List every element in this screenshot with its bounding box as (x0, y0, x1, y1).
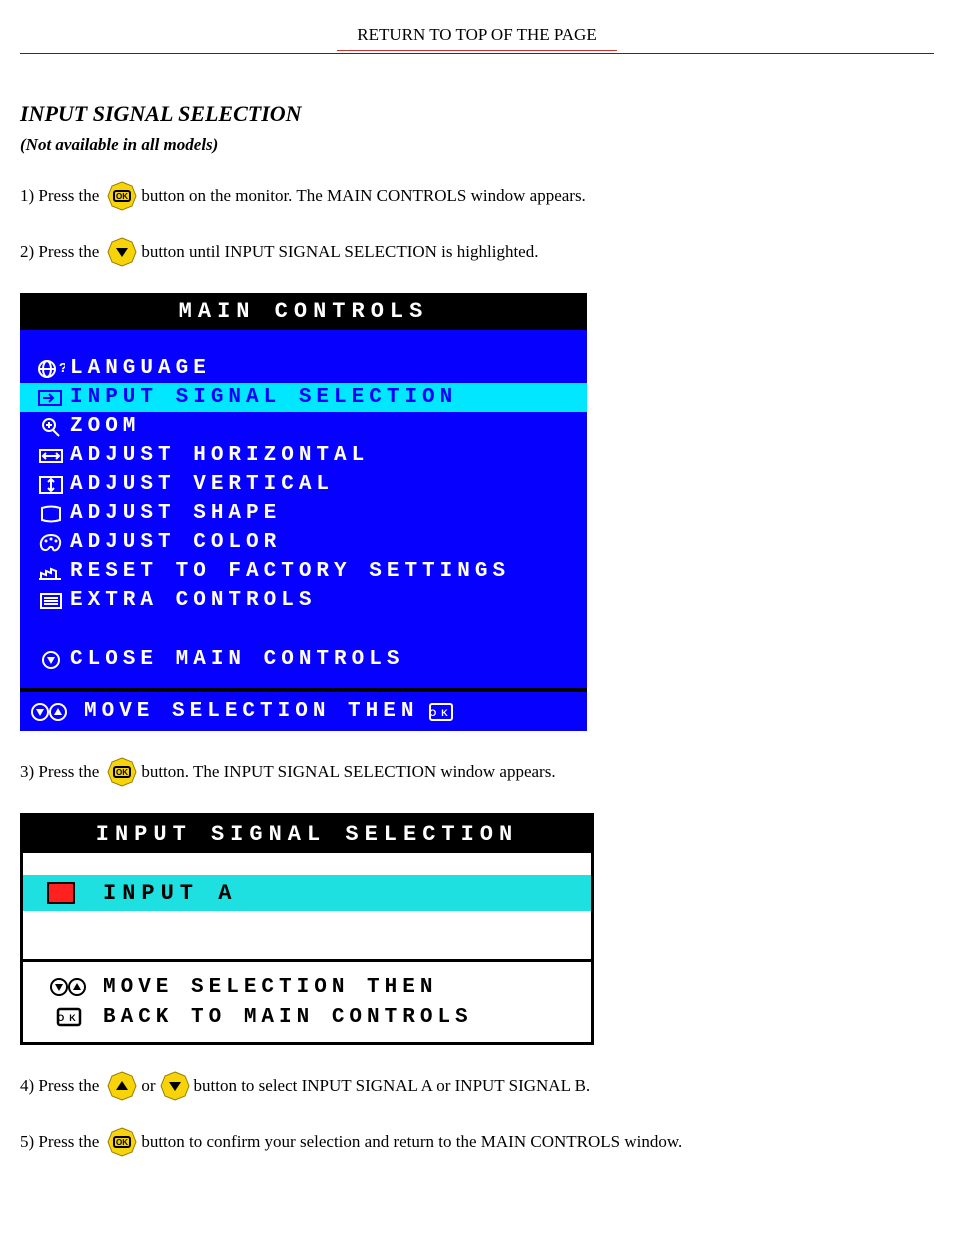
osd-main-controls: MAIN CONTROLS ? LANGUAGE INPUT SIGNAL SE… (20, 293, 587, 731)
osd-main-title: MAIN CONTROLS (20, 293, 587, 330)
menu-item-close[interactable]: CLOSE MAIN CONTROLS (20, 645, 587, 674)
step-3-text-a: 3) Press the (20, 762, 99, 782)
menu-item-adjust-horizontal[interactable]: ADJUST HORIZONTAL (20, 441, 587, 470)
osd-sel-footer: MOVE SELECTION THEN OK BACK TO MAIN CONT… (23, 962, 591, 1042)
osd-sel-title: INPUT SIGNAL SELECTION (23, 816, 591, 853)
osd-main-footer: MOVE SELECTION THEN OK (20, 688, 587, 731)
red-box-icon (47, 882, 75, 904)
input-a-label: INPUT A (103, 881, 237, 906)
osd-footer-text: MOVE SELECTION THEN (84, 700, 418, 723)
menu-item-label: ADJUST SHAPE (70, 502, 281, 525)
menu-item-reset-factory[interactable]: RESET TO FACTORY SETTINGS (20, 557, 587, 586)
magnifier-plus-icon (32, 416, 70, 438)
menu-item-label: RESET TO FACTORY SETTINGS (70, 560, 510, 583)
step-5: 5) Press the OK button to confirm your s… (20, 1127, 954, 1157)
section-title: INPUT SIGNAL SELECTION (20, 101, 954, 127)
globe-question-icon: ? (32, 358, 70, 380)
svg-text:?: ? (59, 361, 65, 377)
svg-text:OK: OK (116, 768, 128, 777)
step-2-text-b: button until INPUT SIGNAL SELECTION is h… (141, 242, 538, 262)
up-button-icon (107, 1071, 137, 1101)
menu-item-adjust-shape[interactable]: ADJUST SHAPE (20, 499, 587, 528)
osd-input-signal-selection: INPUT SIGNAL SELECTION INPUT A MOVE SELE… (20, 813, 594, 1045)
step-4-text-b: or (141, 1076, 155, 1096)
ok-button-icon: OK (107, 757, 137, 787)
input-arrow-icon (32, 387, 70, 409)
menu-item-label: ADJUST VERTICAL (70, 473, 334, 496)
factory-icon (32, 561, 70, 583)
menu-item-zoom[interactable]: ZOOM (20, 412, 587, 441)
menu-item-adjust-vertical[interactable]: ADJUST VERTICAL (20, 470, 587, 499)
menu-item-label: ZOOM (70, 415, 140, 438)
menu-item-label: EXTRA CONTROLS (70, 589, 316, 612)
step-5-text-b: button to confirm your selection and ret… (141, 1132, 682, 1152)
down-up-circle-icon (30, 702, 70, 722)
input-a-option[interactable]: INPUT A (23, 875, 591, 911)
osd-sel-footer-text2: BACK TO MAIN CONTROLS (103, 1006, 473, 1029)
step-5-text-a: 5) Press the (20, 1132, 99, 1152)
vertical-arrows-icon (32, 474, 70, 496)
step-4-text-a: 4) Press the (20, 1076, 99, 1096)
down-button-icon (107, 237, 137, 267)
shape-icon (32, 503, 70, 525)
step-2-text-a: 2) Press the (20, 242, 99, 262)
ok-button-icon: OK (107, 181, 137, 211)
return-to-top-link[interactable]: RETURN TO TOP OF THE PAGE (20, 0, 934, 54)
menu-item-input-signal[interactable]: INPUT SIGNAL SELECTION (20, 383, 587, 412)
list-icon (32, 590, 70, 612)
down-circle-icon (32, 649, 70, 671)
step-4-text-c: button to select INPUT SIGNAL A or INPUT… (194, 1076, 591, 1096)
step-3: 3) Press the OK button. The INPUT SIGNAL… (20, 757, 954, 787)
menu-item-extra-controls[interactable]: EXTRA CONTROLS (20, 586, 587, 615)
down-up-circle-icon (47, 977, 91, 997)
step-1: 1) Press the OK button on the monitor. T… (20, 181, 954, 211)
osd-sel-footer-text1: MOVE SELECTION THEN (103, 976, 437, 999)
ok-box-icon: OK (47, 1007, 91, 1027)
palette-icon (32, 532, 70, 554)
ok-button-icon: OK (107, 1127, 137, 1157)
top-link-underline (337, 50, 617, 51)
menu-item-adjust-color[interactable]: ADJUST COLOR (20, 528, 587, 557)
horizontal-arrows-icon (32, 445, 70, 467)
svg-text:OK: OK (116, 1138, 128, 1147)
step-1-text-a: 1) Press the (20, 186, 99, 206)
menu-item-label: CLOSE MAIN CONTROLS (70, 648, 404, 671)
availability-note: (Not available in all models) (20, 135, 954, 155)
down-button-icon (160, 1071, 190, 1101)
step-1-text-b: button on the monitor. The MAIN CONTROLS… (141, 186, 585, 206)
step-2: 2) Press the button until INPUT SIGNAL S… (20, 237, 954, 267)
step-4: 4) Press the or button to select INPUT S… (20, 1071, 954, 1101)
ok-box-icon: OK (428, 702, 454, 722)
svg-text:OK: OK (430, 708, 454, 718)
menu-item-language[interactable]: ? LANGUAGE (20, 354, 587, 383)
svg-text:OK: OK (116, 192, 128, 201)
menu-item-label: ADJUST HORIZONTAL (70, 444, 369, 467)
osd-main-body: ? LANGUAGE INPUT SIGNAL SELECTION ZOOM A… (20, 330, 587, 688)
svg-text:OK: OK (57, 1013, 81, 1023)
menu-item-label: ADJUST COLOR (70, 531, 281, 554)
menu-item-label: INPUT SIGNAL SELECTION (70, 386, 457, 409)
step-3-text-b: button. The INPUT SIGNAL SELECTION windo… (141, 762, 555, 782)
menu-item-label: LANGUAGE (70, 357, 211, 380)
